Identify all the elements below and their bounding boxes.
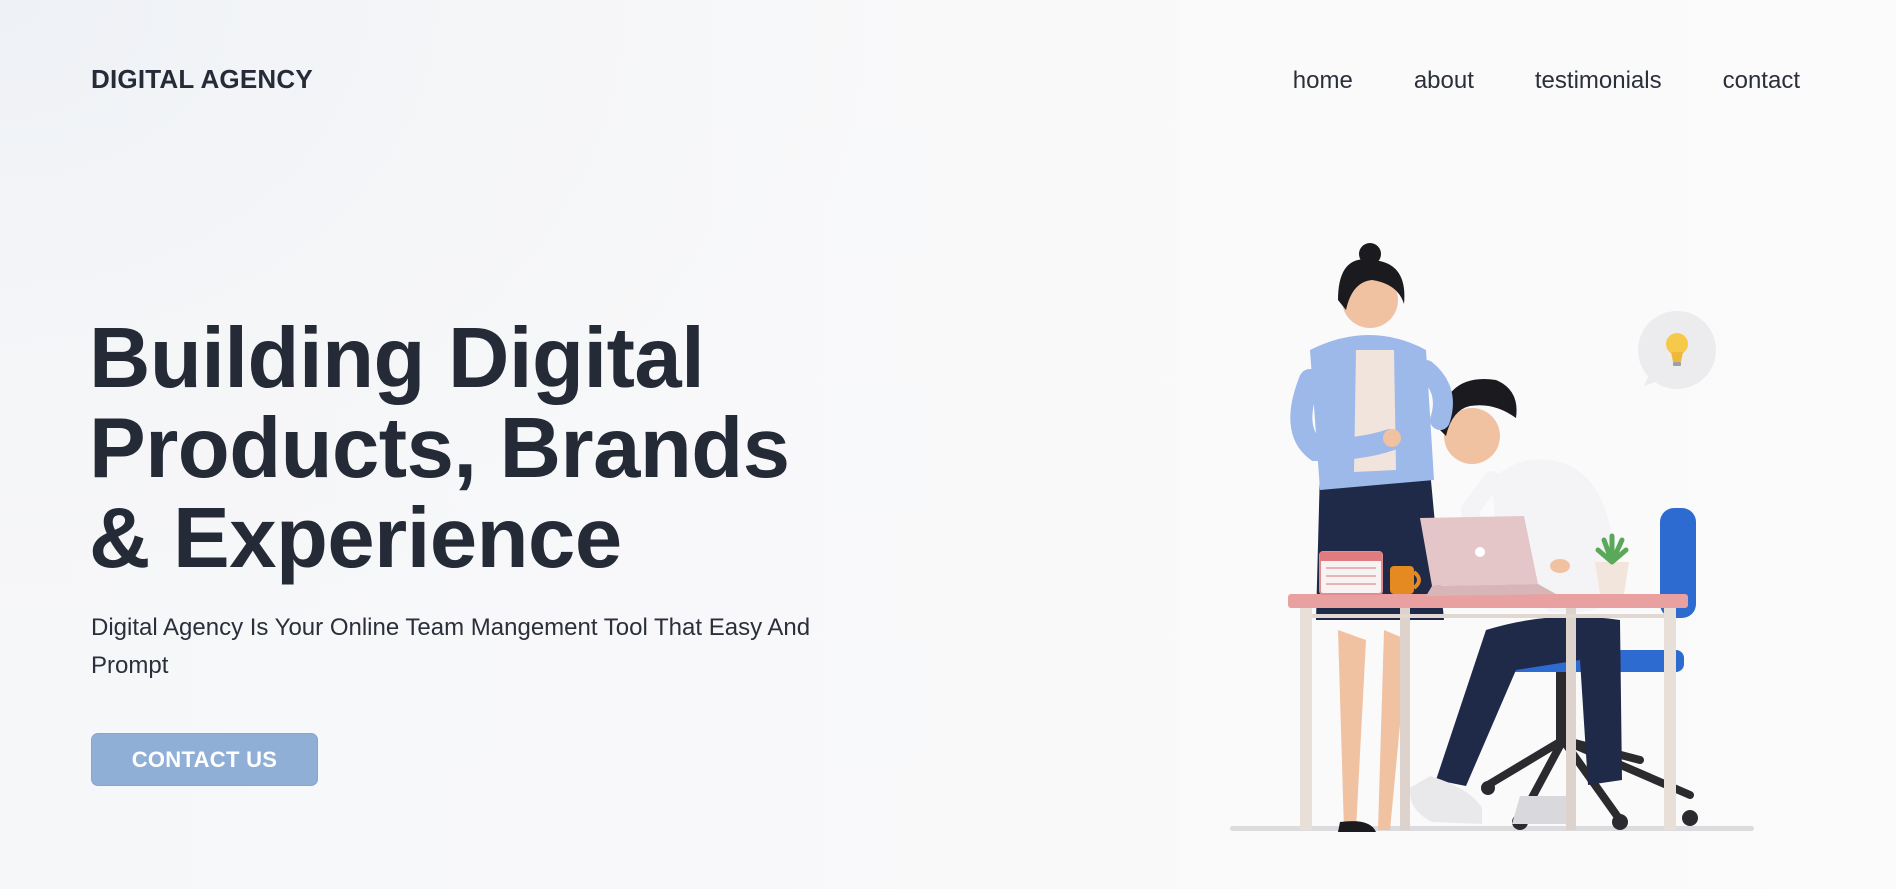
office-team-illustration: [1230, 243, 1754, 832]
hero-title: Building Digital Products, Brands & Expe…: [89, 314, 889, 584]
nav-link-contact[interactable]: contact: [1723, 66, 1800, 96]
hero-title-line-2: Products, Brands: [89, 401, 790, 496]
contact-us-button[interactable]: CONTACT US: [91, 733, 318, 786]
woman-figure: [1290, 243, 1453, 832]
hero-subtitle: Digital Agency Is Your Online Team Mange…: [91, 614, 811, 679]
nav-link-home[interactable]: home: [1293, 66, 1353, 96]
site-logo[interactable]: DIGITAL AGENCY: [91, 64, 313, 95]
nav-menu: home about testimonials contact: [1293, 66, 1800, 96]
hero-title-line-1: Building Digital: [89, 311, 705, 406]
calendar: [1319, 551, 1383, 595]
top-navigation: DIGITAL AGENCY home about testimonials c…: [0, 0, 1896, 160]
nav-link-about[interactable]: about: [1414, 66, 1474, 96]
lightbulb-icon: [1638, 311, 1716, 389]
hero-title-line-3: & Experience: [89, 491, 622, 586]
nav-link-testimonials[interactable]: testimonials: [1535, 66, 1662, 96]
